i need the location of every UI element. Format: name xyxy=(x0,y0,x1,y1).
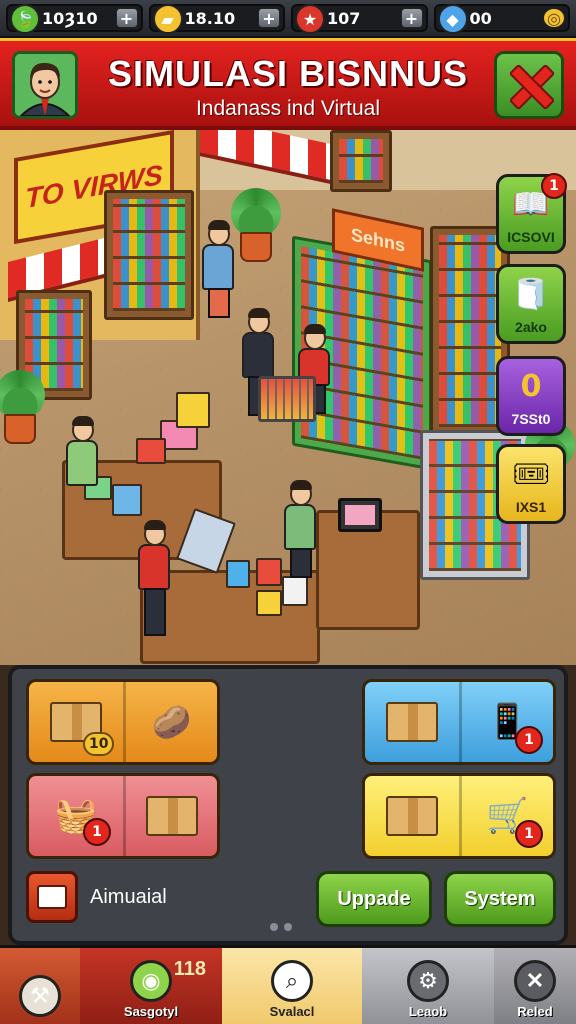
search-icon: ⌕ xyxy=(271,960,313,1002)
resource-value: 00 xyxy=(469,8,492,28)
tile-badge: 1 xyxy=(515,726,543,754)
tissue-roll-icon: 🧻 xyxy=(512,277,550,312)
tile-restock[interactable]: 10 🥔 xyxy=(26,679,220,765)
tile-shopping[interactable]: 🛒 1 xyxy=(362,773,556,859)
resource-gold: ▰ 18.10 + xyxy=(148,4,285,34)
nav-tab-label: Leaob xyxy=(408,1004,448,1019)
shelf-back[interactable] xyxy=(330,130,392,192)
product-box[interactable] xyxy=(136,438,166,464)
product-box[interactable] xyxy=(256,558,282,586)
tile-section: 10 xyxy=(29,682,123,762)
upgrade-button[interactable]: Uppade xyxy=(316,871,432,927)
coin-settings-button[interactable]: ◎ xyxy=(543,8,565,28)
gold-bar-icon: ▰ xyxy=(152,4,183,34)
side-button-tickets[interactable]: 🎟 IXS1 xyxy=(496,444,566,524)
manual-mode-toggle[interactable]: Aimuaial xyxy=(26,869,167,925)
product-box[interactable] xyxy=(256,590,282,616)
nav-tab-label: Svalacl xyxy=(269,1004,315,1019)
tile-section: 🧺 1 xyxy=(29,776,123,856)
side-button-coins[interactable]: 0 7SSt0 xyxy=(496,356,566,436)
tile-badge: 1 xyxy=(515,820,543,848)
tile-section: 🥔 xyxy=(123,682,217,762)
tile-section xyxy=(365,682,459,762)
product-box[interactable] xyxy=(226,560,250,588)
avatar[interactable] xyxy=(12,51,78,119)
side-button-label: ICSOVI xyxy=(507,229,555,245)
cashier-right[interactable] xyxy=(284,480,318,578)
bottom-nav: ⚒ ◉ Sasgotyl 118 ⌕ Svalacl ⚙ Leaob ✕ Rel… xyxy=(0,945,576,1024)
cashier-left[interactable] xyxy=(66,416,100,486)
medal-icon: ★ xyxy=(295,4,325,34)
add-leaf-coin-button[interactable]: + xyxy=(115,8,138,28)
tile-storage[interactable]: 🧺 1 xyxy=(26,773,220,859)
tile-section xyxy=(365,776,459,856)
notification-badge: 1 xyxy=(541,173,567,199)
package-gear-icon xyxy=(386,796,438,836)
manual-label: Aimuaial xyxy=(90,885,167,908)
customer-backpack[interactable] xyxy=(138,520,172,636)
title-banner: SIMULASI BISNNUS Indanass ind Virtual xyxy=(0,38,576,130)
product-box[interactable] xyxy=(282,576,308,606)
build-icon: ⚒ xyxy=(19,975,61,1017)
customer-woman[interactable] xyxy=(202,220,236,318)
side-button-label: 7SSt0 xyxy=(511,411,551,427)
tile-section xyxy=(123,776,217,856)
coin-zero-icon: 0 xyxy=(520,369,542,404)
close-icon: ✕ xyxy=(514,960,556,1002)
nav-tab-settings[interactable]: ⚙ Leaob xyxy=(362,948,494,1024)
nav-tab-search[interactable]: ⌕ Svalacl xyxy=(222,948,362,1024)
resource-value: 18.10 xyxy=(184,8,236,28)
gem-chest-icon: ◆ xyxy=(437,4,468,34)
tickets-icon: 🎟 xyxy=(511,457,551,492)
shopping-cart[interactable] xyxy=(258,376,316,422)
nav-tab-close[interactable]: ✕ Reled xyxy=(494,948,576,1024)
resource-value: 107 xyxy=(327,8,361,28)
register-monitor[interactable] xyxy=(338,498,382,532)
side-button-label: IXS1 xyxy=(515,499,547,515)
close-button[interactable] xyxy=(494,51,564,119)
gear-icon: ⚙ xyxy=(407,960,449,1002)
system-button[interactable]: System xyxy=(444,871,556,927)
tile-badge: 10 xyxy=(83,732,115,756)
side-button-supplies[interactable]: 🧻 2ako xyxy=(496,264,566,344)
tile-badge: 1 xyxy=(83,818,111,846)
add-medal-button[interactable]: + xyxy=(400,8,423,28)
tile-section: 🛒 1 xyxy=(459,776,553,856)
product-box[interactable] xyxy=(112,484,142,516)
nav-tab-label: Reled xyxy=(517,1004,553,1019)
nav-badge: 118 xyxy=(173,958,206,980)
shelf-left-back[interactable] xyxy=(104,190,194,320)
cardboard-box-icon xyxy=(145,796,198,836)
nav-tab-label: Sasgotyl xyxy=(123,1004,179,1019)
nav-tab-category[interactable]: ◉ Sasgotyl 118 xyxy=(80,948,222,1024)
resource-leaf-coin: 🍃 10Ȝ10 + xyxy=(6,4,143,34)
resource-medal: ★ 107 + xyxy=(291,4,428,34)
side-button-catalog[interactable]: 📖 ICSOVI 1 xyxy=(496,173,567,254)
manual-icon xyxy=(26,871,78,923)
leaf-coin-icon: 🍃 xyxy=(10,4,40,34)
side-button-label: 2ako xyxy=(515,319,547,335)
package-icon xyxy=(386,702,438,742)
action-panel: 10 🥔 📱 1 🧺 1 🛒 1 Aimuaial Uppade System xyxy=(8,665,568,945)
potted-plant xyxy=(231,188,281,262)
close-icon xyxy=(507,63,551,107)
potted-plant xyxy=(0,370,45,444)
produce-crate-icon: 🥔 xyxy=(151,703,192,741)
tile-delivery[interactable]: 📱 1 xyxy=(362,679,556,765)
add-gold-button[interactable]: + xyxy=(258,8,280,28)
resource-bar: 🍃 10Ȝ10 + ▰ 18.10 + ★ 107 + ◆ 00 ◎ xyxy=(0,0,576,38)
store-scene[interactable]: TO VIRWS Sehns 📖 ICSOVI 1 🧻 2ako 0 7SSt0… xyxy=(0,130,576,665)
page-title: SIMULASI BISNNUS xyxy=(107,53,469,94)
page-subtitle: Indanass ind Virtual xyxy=(195,97,381,120)
resource-value: 10Ȝ10 xyxy=(42,8,98,28)
resource-gems: ◆ 00 ◎ xyxy=(433,4,570,34)
page-indicator xyxy=(270,923,292,931)
coin-icon: ◉ xyxy=(130,960,172,1002)
product-box[interactable] xyxy=(176,392,210,428)
nav-tab-build[interactable]: ⚒ xyxy=(0,948,80,1024)
tile-section: 📱 1 xyxy=(459,682,553,762)
